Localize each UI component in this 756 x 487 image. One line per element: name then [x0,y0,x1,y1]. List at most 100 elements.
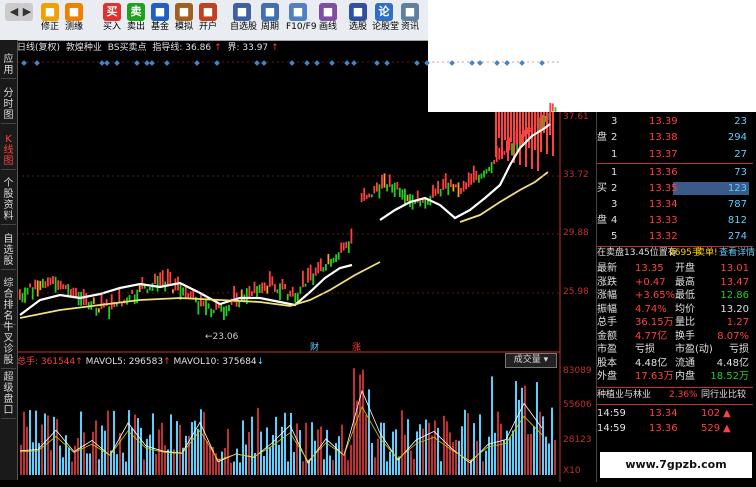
volume-bar [137,418,139,475]
candlestick [34,279,37,290]
industry-compare-button[interactable]: 同行业比较 [701,389,746,402]
price-tick: 33.72 [563,170,589,180]
volume-bar [107,410,109,475]
candlestick [289,290,292,297]
volume-bar [488,436,490,475]
candlestick [189,291,192,299]
candlestick [271,276,274,286]
signal-diamond [114,60,120,66]
candlestick [31,287,34,300]
level: 2 [611,183,618,194]
volume-bar [53,416,55,475]
sell-level-1[interactable]: 1 13.37 27 [597,148,753,161]
candlestick [302,270,304,288]
buy-level-1[interactable]: 1 13.36 73 [597,166,753,179]
volume-bar [548,443,550,475]
candlestick [266,285,269,294]
volume-bar [191,422,193,475]
quote-row: 涨跌 +0.47 最高 13.47 [597,276,753,289]
volume-bar [401,410,403,475]
candlestick [19,289,21,300]
signal-diamond [504,60,510,66]
volume-bar [464,409,466,475]
candlestick [393,182,396,197]
volume-bar [176,421,178,475]
level: 4 [611,215,618,226]
volume-bar [185,435,187,475]
volume-bar [194,420,196,475]
candlestick [449,179,452,188]
price: 13.32 [649,231,678,242]
sell-level-2[interactable]: 盘 2 13.38 294 [597,131,753,144]
signal-diamond [164,60,170,66]
sector-row[interactable]: 种植业与林业 2.36% 同行业比较 [597,389,753,402]
volume-bar [425,419,427,475]
candlestick [396,182,399,190]
candlestick [398,187,401,198]
candlestick [504,112,506,140]
price-axis: 37.61 33.72 29.88 25.98 83089 55606 2812… [560,112,596,482]
quote-row: 总手 36.15万 量比 1.27 [597,316,753,329]
ma-white-line-2 [379,123,551,221]
volume-bar [377,438,379,475]
up-triangle-icon: ▲ [723,408,731,419]
quote-value: 17.63万 [635,371,674,382]
candlestick [488,167,490,172]
quote-row: 金额 4.77亿 换手 8.07% [597,330,753,343]
candlestick [373,186,376,194]
up-triangle-icon: ▲ [723,423,731,434]
candlestick [330,258,332,267]
volume-tick: 28123 [563,435,592,445]
volume-bar [56,419,58,475]
candlestick [383,173,386,188]
buy-level-3[interactable]: 3 13.34 787 [597,198,753,211]
candlestick [345,241,348,249]
candlestick [212,309,215,314]
candlestick [391,184,394,193]
quote-label: 外盘 [597,371,617,382]
up-arrow-icon: ↑ [75,357,83,367]
signal-diamond [539,60,545,66]
volume-bar [350,444,352,475]
volume-bar [512,430,514,475]
volume-bar [284,412,286,475]
volume-bar [323,459,325,475]
signal-diamond [134,60,140,66]
candlestick [286,294,289,301]
candlestick [184,286,187,299]
candlestick [57,280,60,290]
buy-level-4[interactable]: 4 13.33 812 盘 [597,214,753,227]
volume-bar [26,426,28,475]
large-order-notice[interactable]: 在卖盘13.45位置有 2695手 卖单! 查看详情 [597,247,755,260]
candlestick [95,307,98,316]
candlestick [268,271,271,288]
volume-bar [242,420,244,475]
volume-bar [338,436,340,475]
rise-mark[interactable]: 涨 [352,342,361,353]
candlestick [554,107,557,112]
volume-bar [554,440,556,475]
finance-mark[interactable]: 财 [310,341,319,353]
buy-level-5[interactable]: 5 13.32 274 [597,230,753,243]
volume-bar [314,440,316,475]
quote-label: 市盈 [597,344,617,355]
sell-level-3[interactable]: 3 13.39 23 [597,115,753,128]
candlestick [284,284,286,290]
quote-label: 开盘 [675,263,695,274]
view-details-link[interactable]: 查看详情 [719,247,755,260]
volume-bar [62,457,64,475]
buy-level-2[interactable]: 2 13.35 123 买 [597,182,753,195]
volume-bar [149,434,151,475]
volume-indicator-dropdown[interactable]: 成交量 ▾ [505,353,557,368]
signal-diamond [424,60,430,66]
candlestick [54,276,57,293]
candlestick [472,165,475,183]
candlestick [498,147,501,160]
quote-value: 4.48亿 [716,357,749,369]
quote-label: 涨跌 [597,276,617,288]
volume-bar [41,424,43,475]
candlestick [419,200,422,207]
candlestick [299,286,302,294]
quote-value: +3.65% [635,290,676,301]
volume-bar [98,459,100,475]
